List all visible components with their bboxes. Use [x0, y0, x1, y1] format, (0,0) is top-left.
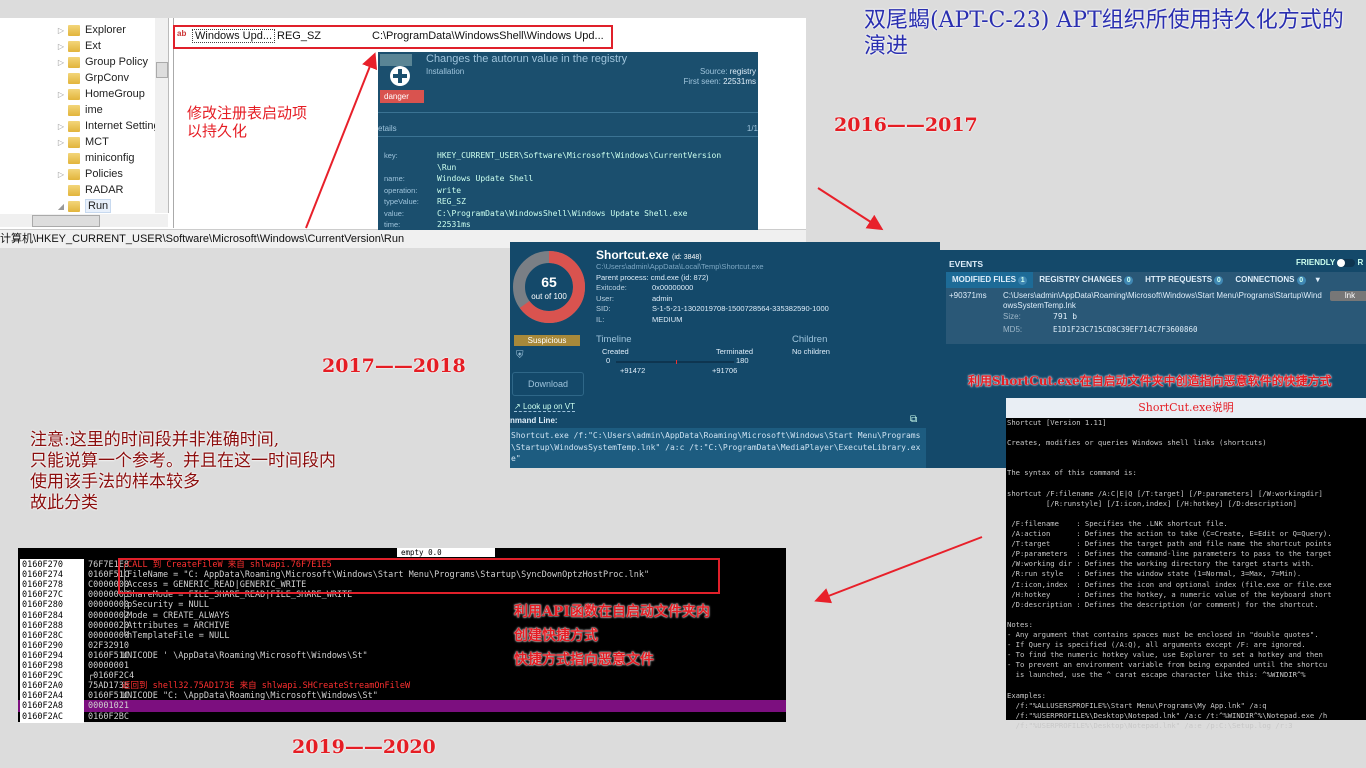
field-value: Windows Update Shell: [437, 174, 534, 183]
debugger-annotation: 利用API函数在自启动文件夹内 创建快捷方式 快捷方式指向恶意文件: [514, 600, 710, 672]
field-value: MEDIUM: [652, 314, 683, 324]
field-value: admin: [652, 293, 673, 303]
tab-count-badge: 0: [1124, 276, 1134, 285]
md5-value: E1D1F23C715CD8C39EF714C7F3600860: [1053, 325, 1198, 334]
tab-label: CONNECTIONS: [1235, 275, 1295, 284]
debugger-header-field: empty 0.0: [396, 548, 495, 557]
score-subtitle: out of 100: [531, 292, 567, 301]
process-path: C:\Users\admin\AppData\Local\Temp\Shortc…: [596, 262, 764, 271]
command-line: Shortcut.exe /f:"C:\Users\admin\AppData\…: [510, 428, 926, 468]
shortcut-help-console: ShortCut.exe说明 Shortcut [Version 1.11] C…: [1006, 398, 1366, 730]
parent-process: Parent process: cmd.exe (id: 872): [596, 273, 709, 282]
row-path: C:\Users\admin\AppData\Roaming\Microsoft…: [1003, 291, 1322, 310]
row-time: +90371ms: [949, 291, 987, 300]
timeline-end: 180: [736, 356, 749, 365]
field-key: Exitcode:: [596, 283, 627, 292]
shield-plus-icon: [380, 54, 412, 88]
process-info-panel: 65 out of 100 Suspicious ⛨ Download ↗ Lo…: [510, 242, 940, 468]
tab-count-badge: 0: [1214, 276, 1224, 285]
tab-label: HTTP REQUESTS: [1145, 275, 1213, 284]
timeline-start: 0: [606, 356, 611, 365]
cmdline-label: nmand Line:: [510, 416, 558, 425]
stack-value: 0160F2BC: [88, 711, 129, 722]
annotation-line: 利用API函数在自启动文件夹内: [514, 604, 710, 620]
details-header: etails: [378, 124, 397, 133]
arrow-to-2017: [817, 187, 884, 231]
field-key: name:: [384, 174, 405, 183]
download-button[interactable]: Download: [512, 372, 584, 396]
size-value: 791 b: [1053, 312, 1078, 321]
friendly-toggle[interactable]: FRIENDLY R: [1296, 258, 1363, 267]
tab-label: REGISTRY CHANGES: [1039, 275, 1122, 284]
arrow-to-2019: [814, 536, 983, 604]
copy-icon[interactable]: ⧉: [910, 414, 917, 425]
registry-event-card: Changes the autorun value in the registr…: [378, 52, 758, 230]
field-key: operation:: [384, 185, 418, 195]
stack-row[interactable]: 0160F2AC 0160F2BC: [18, 710, 786, 723]
arrow-registry: [305, 52, 378, 229]
event-source: Source: registry: [699, 67, 756, 76]
event-category: Installation: [426, 67, 465, 76]
field-key: time:: [384, 220, 401, 229]
field-value: write: [437, 185, 462, 195]
verdict-badge: Suspicious: [514, 335, 580, 346]
field-key: IL:: [596, 314, 605, 324]
children-value: No children: [792, 347, 830, 356]
field-key: User:: [596, 293, 614, 303]
tabs-more-dropdown-icon[interactable]: ▾: [1312, 275, 1320, 284]
modified-file-row[interactable]: +90371ms C:\Users\admin\AppData\Roaming\…: [946, 288, 1366, 344]
field-key: key:: [384, 151, 398, 160]
process-name: Shortcut.exe (id: 3848): [596, 248, 702, 262]
md5-label: MD5:: [1003, 325, 1023, 334]
annotation-line: 创建快捷方式: [514, 628, 598, 644]
field-key: typeValue:: [384, 197, 419, 206]
field-value: C:\ProgramData\WindowsShell\Windows Upda…: [437, 208, 688, 218]
field-key: value:: [384, 208, 405, 218]
field-key: SID:: [596, 304, 611, 313]
tab-count-badge: 1: [1018, 276, 1028, 285]
details-count: 1/1: [746, 124, 758, 133]
events-tab[interactable]: MODIFIED FILES 1: [946, 272, 1034, 288]
lookup-vt-link[interactable]: ↗ Look up on VT: [514, 402, 575, 412]
shortcut-annotation: 利用ShortCut.exe在自启动文件夹中创造指向恶意软件的快捷方式: [968, 374, 1332, 388]
help-title: ShortCut.exe说明: [1006, 398, 1366, 418]
help-text: Shortcut [Version 1.11] Creates, modifie…: [1007, 418, 1332, 730]
events-tab[interactable]: REGISTRY CHANGES 0: [1033, 272, 1139, 288]
tab-count-badge: 0: [1296, 276, 1306, 285]
timeline-created-label: Created: [602, 347, 629, 356]
timeline-terminated-label: Terminated: [716, 347, 754, 356]
debugger-stack-view: empty 0.0 0160F270 76F7E1E8 ┌CALL 到 Create…: [18, 548, 786, 723]
field-value: 22531ms: [437, 220, 471, 229]
events-tab[interactable]: HTTP REQUESTS 0: [1139, 272, 1229, 288]
file-type-tag: lnk: [1330, 291, 1366, 301]
score-value: 65: [541, 274, 557, 290]
timeline-label: Timeline: [596, 334, 632, 345]
field-value: \Run: [437, 162, 457, 172]
stack-address: 0160F2AC: [20, 710, 84, 723]
events-header: EVENTS: [949, 259, 984, 269]
event-title: Changes the autorun value in the registr…: [426, 53, 628, 65]
events-tab[interactable]: CONNECTIONS 0: [1229, 272, 1311, 288]
field-value: 0x00000000: [652, 283, 694, 292]
children-label: Children: [792, 334, 828, 345]
field-value: S-1-5-21-1302019708-1500728564-335382590…: [652, 304, 829, 313]
shield-icon: ⛨: [516, 350, 524, 361]
size-label: Size:: [1003, 312, 1021, 321]
events-tabs: MODIFIED FILES 1 REGISTRY CHANGES 0 HTTP R…: [946, 272, 1366, 288]
annotation-line: 快捷方式指向恶意文件: [514, 652, 654, 668]
danger-badge: danger: [380, 90, 424, 103]
timeline-created-value: +91472: [620, 366, 646, 375]
highlight-box: [118, 558, 720, 594]
event-first-seen: First seen: 22531ms: [683, 77, 757, 86]
timeline-bar: [616, 360, 734, 364]
tab-label: MODIFIED FILES: [952, 275, 1016, 284]
field-value: REG_SZ: [437, 197, 466, 206]
field-value: HKEY_CURRENT_USER\Software\Microsoft\Win…: [437, 151, 722, 160]
timeline-terminated-value: +91706: [712, 366, 738, 375]
